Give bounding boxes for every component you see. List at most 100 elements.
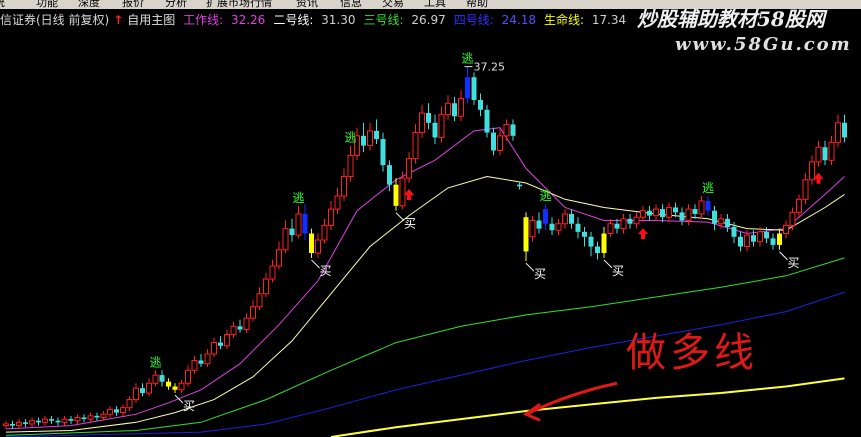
candle-body xyxy=(146,382,152,394)
menu-item[interactable]: 分析 xyxy=(165,0,187,9)
candle-body xyxy=(367,130,373,147)
candle-body xyxy=(822,147,828,161)
buy-pointer xyxy=(395,212,405,222)
candle-body xyxy=(549,223,555,231)
legend-item: 三号线: 26.97 xyxy=(364,13,450,27)
menu-item[interactable]: 报价 xyxy=(122,0,144,9)
candle-body xyxy=(224,333,230,347)
buy-signal-label: 买 xyxy=(612,264,624,278)
candle-body xyxy=(120,407,126,414)
buy-pointer xyxy=(603,259,613,269)
candle-body xyxy=(620,218,627,230)
candle-body xyxy=(159,375,165,382)
candle-body xyxy=(237,326,243,330)
candle-body xyxy=(49,419,54,421)
candle-body xyxy=(510,124,516,136)
buy-pointer xyxy=(525,262,535,272)
candle-body xyxy=(815,146,822,163)
candle-body xyxy=(712,210,717,224)
candle-body xyxy=(412,132,419,160)
candle-body xyxy=(796,198,802,213)
candle-body xyxy=(289,228,295,236)
candle-body xyxy=(764,231,769,239)
indicator-name[interactable]: 自用主图 xyxy=(127,13,175,27)
menu-item[interactable]: 扩展市场行情 xyxy=(206,0,272,9)
legend-item: 工作线: 32.26 xyxy=(183,13,269,27)
candle-body xyxy=(276,249,282,267)
menu-item[interactable]: 深度 xyxy=(78,0,100,9)
escape-signal-label: 逃 xyxy=(702,181,714,195)
candle-body xyxy=(517,184,522,187)
candle-body xyxy=(698,200,705,215)
escape-signal-label: 逃 xyxy=(540,189,552,203)
candle-body xyxy=(588,236,594,247)
buy-pointer xyxy=(174,394,184,404)
legend-label: 工作线: xyxy=(183,13,224,27)
candle-body xyxy=(497,135,503,151)
menu-item[interactable]: 信息 xyxy=(340,0,362,9)
candle-body xyxy=(491,132,496,151)
candle-body xyxy=(757,231,763,243)
candle-body xyxy=(282,228,289,251)
candle-body xyxy=(341,176,347,197)
candle-body xyxy=(198,360,204,364)
candle-body xyxy=(347,154,354,178)
candle-body xyxy=(543,209,548,224)
candle-body xyxy=(140,388,145,394)
candle-body xyxy=(36,420,41,423)
candle-body xyxy=(731,226,737,237)
candle-body xyxy=(68,419,74,421)
candle-body xyxy=(438,114,445,138)
candle-body xyxy=(94,415,100,418)
candle-body xyxy=(751,235,756,242)
menu-item[interactable]: 帮助 xyxy=(466,0,488,9)
watermark-title: 炒股辅助教材58股网 xyxy=(637,7,825,31)
candle-body xyxy=(374,130,379,140)
legend-label: 二号线: xyxy=(273,13,314,27)
menu-item[interactable]: 交易 xyxy=(382,0,404,9)
candle-body xyxy=(679,212,685,221)
candle-body xyxy=(263,278,269,295)
candle-body xyxy=(666,206,672,218)
buy-signal-label: 买 xyxy=(404,217,416,231)
menu-item[interactable]: 功能 xyxy=(36,0,58,9)
annotation-arrow xyxy=(525,381,618,416)
menu-item[interactable]: 统 xyxy=(0,0,5,9)
candle-body xyxy=(595,246,600,254)
candle-body xyxy=(295,213,302,236)
menu-item[interactable]: 资讯 xyxy=(296,0,318,9)
candle-body xyxy=(744,234,750,248)
legend-value: 31.30 xyxy=(317,13,356,27)
candle-body xyxy=(172,386,178,390)
candle-body xyxy=(465,77,470,99)
candle-body xyxy=(406,158,412,179)
candle-body xyxy=(426,113,431,123)
candle-body xyxy=(458,97,464,117)
candle-body xyxy=(432,122,438,138)
candle-body xyxy=(835,122,841,143)
candle-body xyxy=(328,208,334,226)
escape-signal-label: 逃 xyxy=(293,191,305,205)
candle-body xyxy=(250,306,256,319)
candle-body xyxy=(399,177,406,207)
candle-body xyxy=(16,421,22,427)
candle-body xyxy=(133,387,139,401)
candle-body xyxy=(738,236,743,247)
candle-body xyxy=(87,415,94,420)
candle-body xyxy=(783,224,789,235)
candle-body xyxy=(42,418,48,423)
candle-body xyxy=(114,409,119,413)
legend-label: 生命线: xyxy=(543,13,585,27)
candle-body xyxy=(243,317,250,331)
menu-item[interactable]: 工具 xyxy=(424,0,446,9)
candle-body xyxy=(582,231,587,237)
candle-body xyxy=(309,233,314,254)
buy-signal-label: 买 xyxy=(183,399,195,413)
candle-body xyxy=(484,109,490,133)
candle-body xyxy=(61,418,68,423)
candle-body xyxy=(191,359,198,371)
candle-body xyxy=(575,223,581,232)
ma-line xyxy=(5,127,845,430)
candle-body xyxy=(55,420,61,423)
buy-signal-label: 买 xyxy=(534,267,546,281)
